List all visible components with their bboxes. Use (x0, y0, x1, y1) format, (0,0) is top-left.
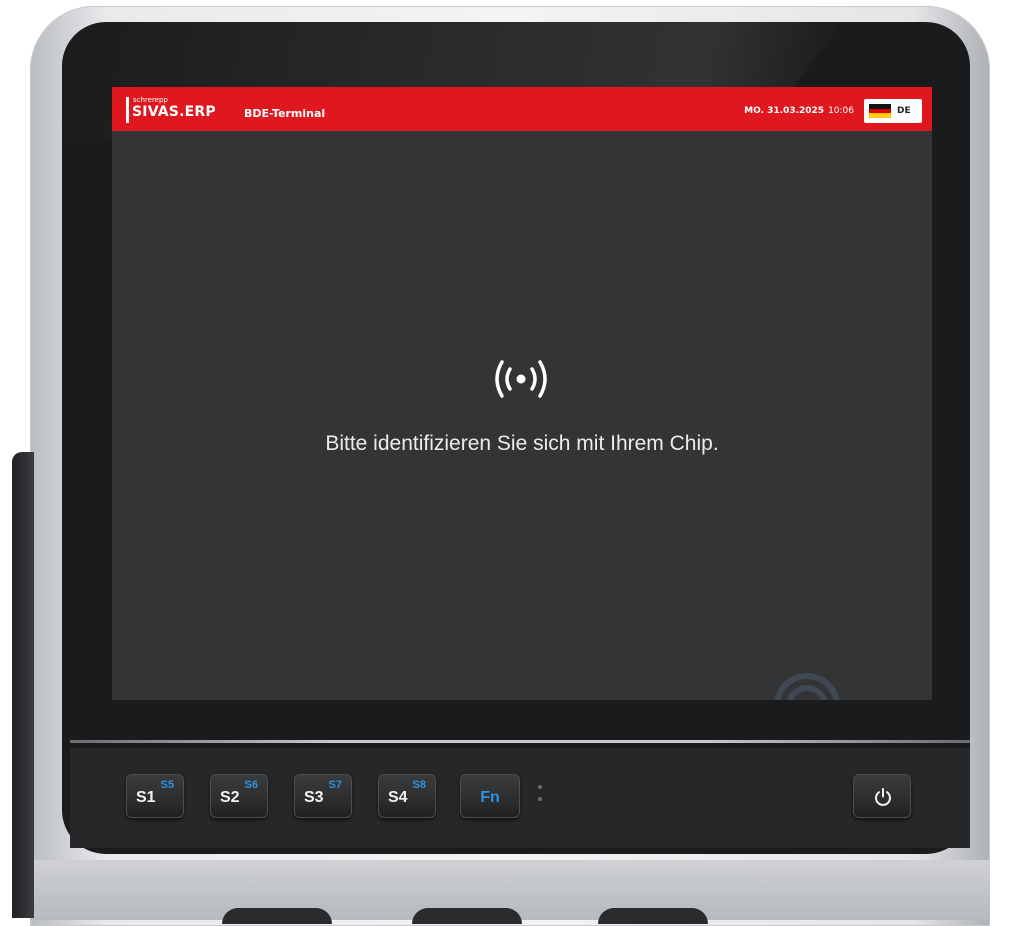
identification-prompt: Bitte identifizieren Sie sich mit Ihrem … (325, 432, 719, 455)
key-alt-label: S5 (160, 779, 174, 791)
key-alt-label: S6 (244, 779, 258, 791)
key-main-label: S4 (388, 789, 408, 806)
logo-main-text: SIVAS.ERP (132, 104, 216, 120)
header-time: 10:06 (828, 106, 854, 116)
fn-key-label: Fn (480, 789, 500, 806)
key-main-label: S3 (304, 789, 324, 806)
key-alt-label: S7 (328, 779, 342, 791)
key-s2[interactable]: S2 S6 (210, 774, 268, 818)
hardware-keypad: S1 S5 S2 S6 S3 S7 S4 S8 Fn (70, 748, 970, 848)
key-main-label: S1 (136, 789, 156, 806)
key-fn[interactable]: Fn (460, 774, 520, 818)
header-bar: schrerepp SIVAS.ERP BDE-Terminal MO. 31.… (112, 87, 932, 131)
key-alt-label: S8 (412, 779, 426, 791)
keypad-indicator-dots (537, 781, 543, 811)
key-s1[interactable]: S1 S5 (126, 774, 184, 818)
language-selector-button[interactable]: DE (864, 99, 922, 123)
keypad-divider (70, 740, 970, 743)
language-label: DE (897, 106, 911, 116)
app-title: BDE-Terminal (244, 107, 326, 120)
power-icon (875, 788, 891, 806)
device-foot (412, 908, 522, 924)
key-s4[interactable]: S4 S8 (378, 774, 436, 818)
device-foot (222, 908, 332, 924)
terminal-screen: schrerepp SIVAS.ERP BDE-Terminal MO. 31.… (112, 87, 932, 700)
device-foot (598, 908, 708, 924)
key-main-label: S2 (220, 789, 240, 806)
nfc-signal-icon (495, 360, 547, 398)
power-button[interactable] (853, 774, 911, 818)
main-content: Bitte identifizieren Sie sich mit Ihrem … (112, 131, 932, 700)
device-side-grip (12, 452, 34, 918)
logo-accent-bar (126, 97, 129, 123)
header-date: MO. 31.03.2025 (744, 106, 825, 116)
german-flag-icon (869, 104, 891, 119)
key-s3[interactable]: S3 S7 (294, 774, 352, 818)
nfc-reader-watermark-icon (774, 673, 840, 700)
header-datetime: MO. 31.03.2025 10:06 (744, 105, 854, 117)
